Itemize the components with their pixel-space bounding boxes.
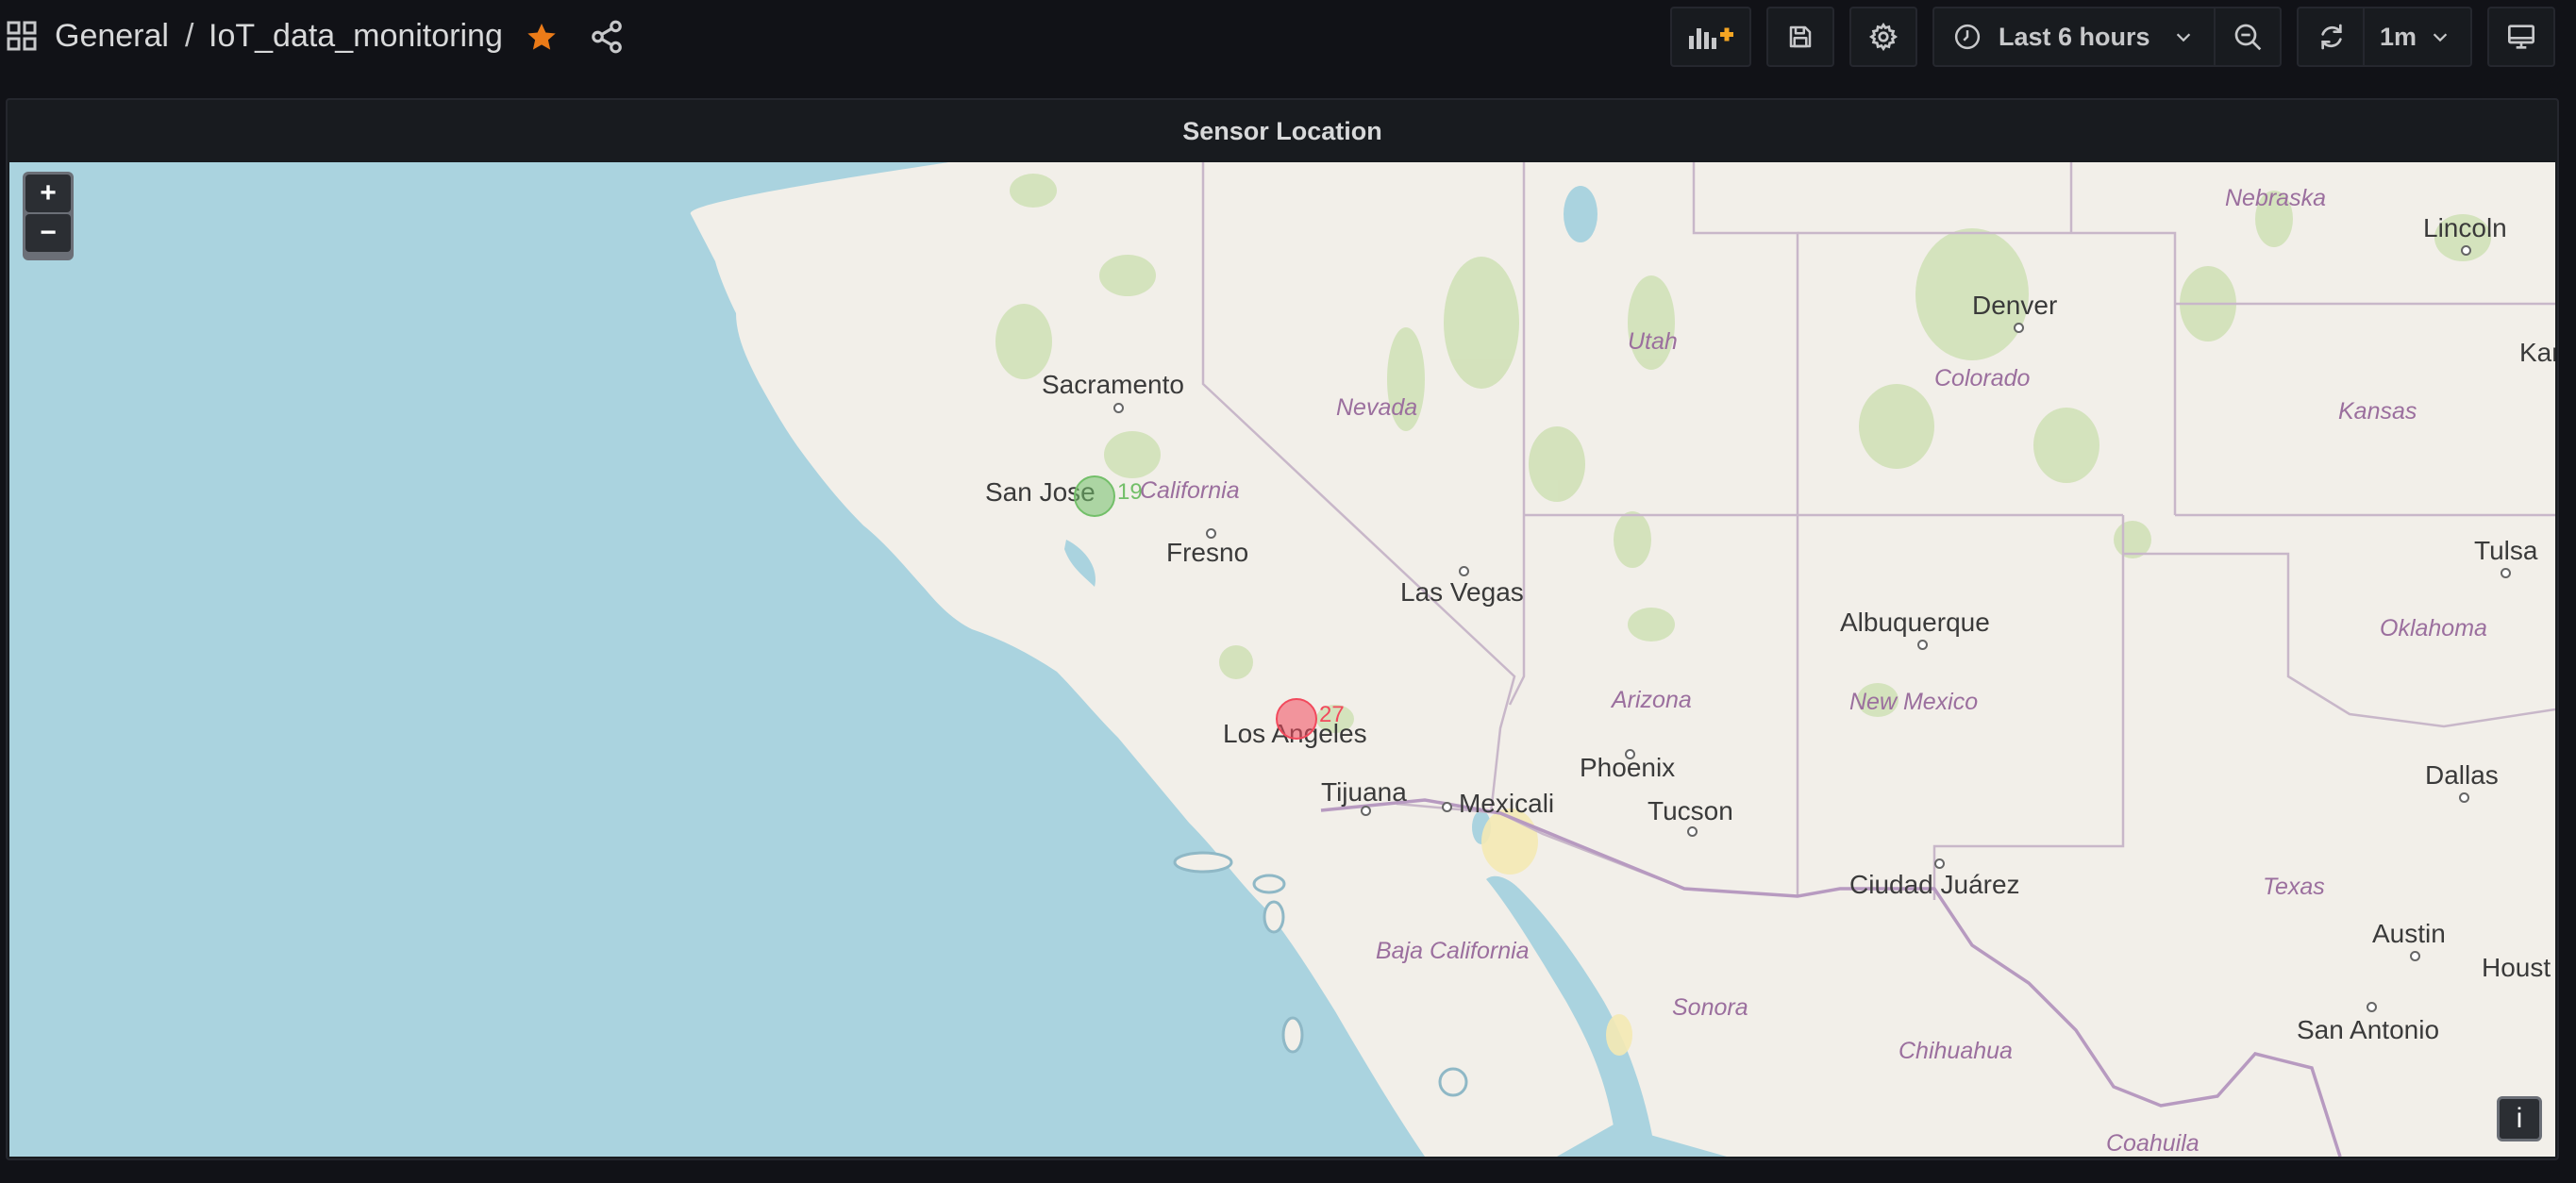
map-viewport[interactable]: Nebraska Utah Colorado Kansas Nevada Cal… bbox=[9, 162, 2555, 1157]
salt-lake bbox=[1564, 186, 1597, 242]
map-zoom-out-button[interactable]: − bbox=[25, 214, 71, 252]
map-attribution-button[interactable]: i bbox=[2497, 1096, 2542, 1141]
zoom-out-time-button[interactable] bbox=[2214, 7, 2282, 67]
city-label: Denver bbox=[1972, 291, 2058, 320]
apps-grid-icon[interactable] bbox=[7, 21, 37, 51]
tv-mode-button[interactable] bbox=[2487, 7, 2555, 67]
save-dashboard-button[interactable] bbox=[1766, 7, 1834, 67]
city-dot bbox=[1442, 802, 1452, 812]
add-panel-button[interactable] bbox=[1670, 7, 1751, 67]
refresh-icon bbox=[2321, 24, 2342, 50]
monitor-icon bbox=[2508, 25, 2534, 49]
region-label: California bbox=[1140, 477, 1240, 504]
city-label: Las Vegas bbox=[1400, 577, 1524, 607]
region-label: New Mexico bbox=[1849, 689, 1979, 715]
region-label: Oklahoma bbox=[2380, 615, 2487, 641]
breadcrumb-separator: / bbox=[185, 18, 194, 54]
region-label: Nevada bbox=[1336, 394, 1418, 421]
city-dot bbox=[1687, 826, 1698, 837]
city-label: Mexicali bbox=[1459, 789, 1555, 818]
dashboard-title[interactable]: IoT_data_monitoring bbox=[209, 15, 503, 57]
city-label: Dallas bbox=[2425, 760, 2499, 790]
sensor-marker-los-angeles[interactable] bbox=[1276, 698, 1317, 740]
star-icon[interactable] bbox=[525, 21, 559, 55]
zoom-out-icon bbox=[2234, 24, 2262, 51]
city-label: Tucson bbox=[1648, 796, 1733, 825]
city-label: Fresno bbox=[1166, 538, 1249, 567]
save-icon bbox=[1789, 25, 1812, 48]
top-navbar: General / IoT_data_monitoring Last 6 hou… bbox=[0, 0, 2576, 75]
geomap-panel: Sensor Location Nebraska Utah Colorado K… bbox=[6, 98, 2559, 1160]
region-label: Arizona bbox=[1612, 687, 1692, 713]
time-range-label: Last 6 hours bbox=[1999, 22, 2150, 51]
dashboard-settings-button[interactable] bbox=[1849, 7, 1917, 67]
city-label: Houst bbox=[2482, 953, 2551, 982]
region-label: Coahuila bbox=[2106, 1130, 2200, 1157]
city-dot bbox=[2014, 323, 2024, 333]
basemap bbox=[690, 162, 2555, 1157]
map-zoom-in-button[interactable]: + bbox=[25, 175, 71, 212]
clock-icon bbox=[1954, 24, 1981, 50]
region-label: Texas bbox=[2263, 874, 2325, 900]
refresh-button[interactable] bbox=[2297, 7, 2365, 67]
region-label: Colorado bbox=[1934, 365, 2031, 392]
region-label: Kansas bbox=[2338, 398, 2417, 425]
city-dot bbox=[2459, 792, 2469, 803]
panel-title[interactable]: Sensor Location bbox=[8, 100, 2557, 162]
sensor-value-label: 19 bbox=[1117, 479, 1143, 505]
city-dot bbox=[2410, 951, 2420, 961]
refresh-interval-label: 1m bbox=[2380, 22, 2417, 51]
chevron-down-icon bbox=[2176, 33, 2190, 42]
gear-icon bbox=[1868, 22, 1899, 52]
city-label: Tijuana bbox=[1321, 777, 1407, 807]
region-label: Baja California bbox=[1376, 938, 1530, 964]
region-label: Nebraska bbox=[2225, 185, 2326, 211]
city-label: Kan bbox=[2519, 338, 2555, 367]
city-label: Sacramento bbox=[1042, 370, 1184, 399]
city-dot bbox=[1917, 640, 1928, 650]
sensor-marker-san-jose[interactable] bbox=[1074, 475, 1115, 517]
chevron-down-icon bbox=[2433, 33, 2448, 42]
region-label: Sonora bbox=[1672, 994, 1748, 1021]
city-label: Tulsa bbox=[2474, 536, 2538, 565]
city-dot bbox=[1934, 858, 1945, 869]
city-dot bbox=[2461, 245, 2471, 256]
land-area bbox=[690, 162, 2555, 1157]
map-zoom-control: + − bbox=[23, 172, 74, 260]
refresh-interval-picker[interactable]: 1m bbox=[2363, 7, 2472, 67]
sensor-value-label: 27 bbox=[1319, 702, 1345, 727]
region-label: Chihuahua bbox=[1899, 1038, 2013, 1064]
city-label: Lincoln bbox=[2423, 213, 2507, 242]
add-panel-icon bbox=[1689, 27, 1733, 49]
city-dot bbox=[2367, 1002, 2377, 1012]
city-dot bbox=[2501, 568, 2511, 578]
city-label: Phoenix bbox=[1580, 753, 1676, 782]
city-label: Albuquerque bbox=[1840, 608, 1990, 637]
city-dot bbox=[1113, 403, 1124, 413]
city-label: Ciudad Juárez bbox=[1849, 870, 2020, 899]
share-icon[interactable] bbox=[589, 19, 625, 55]
breadcrumb-folder[interactable]: General bbox=[55, 15, 169, 57]
city-dot bbox=[1459, 566, 1469, 576]
region-label: Utah bbox=[1628, 328, 1678, 355]
time-range-picker[interactable]: Last 6 hours bbox=[1932, 7, 2216, 67]
city-label: Austin bbox=[2372, 919, 2446, 948]
city-label: San Antonio bbox=[2297, 1015, 2440, 1044]
